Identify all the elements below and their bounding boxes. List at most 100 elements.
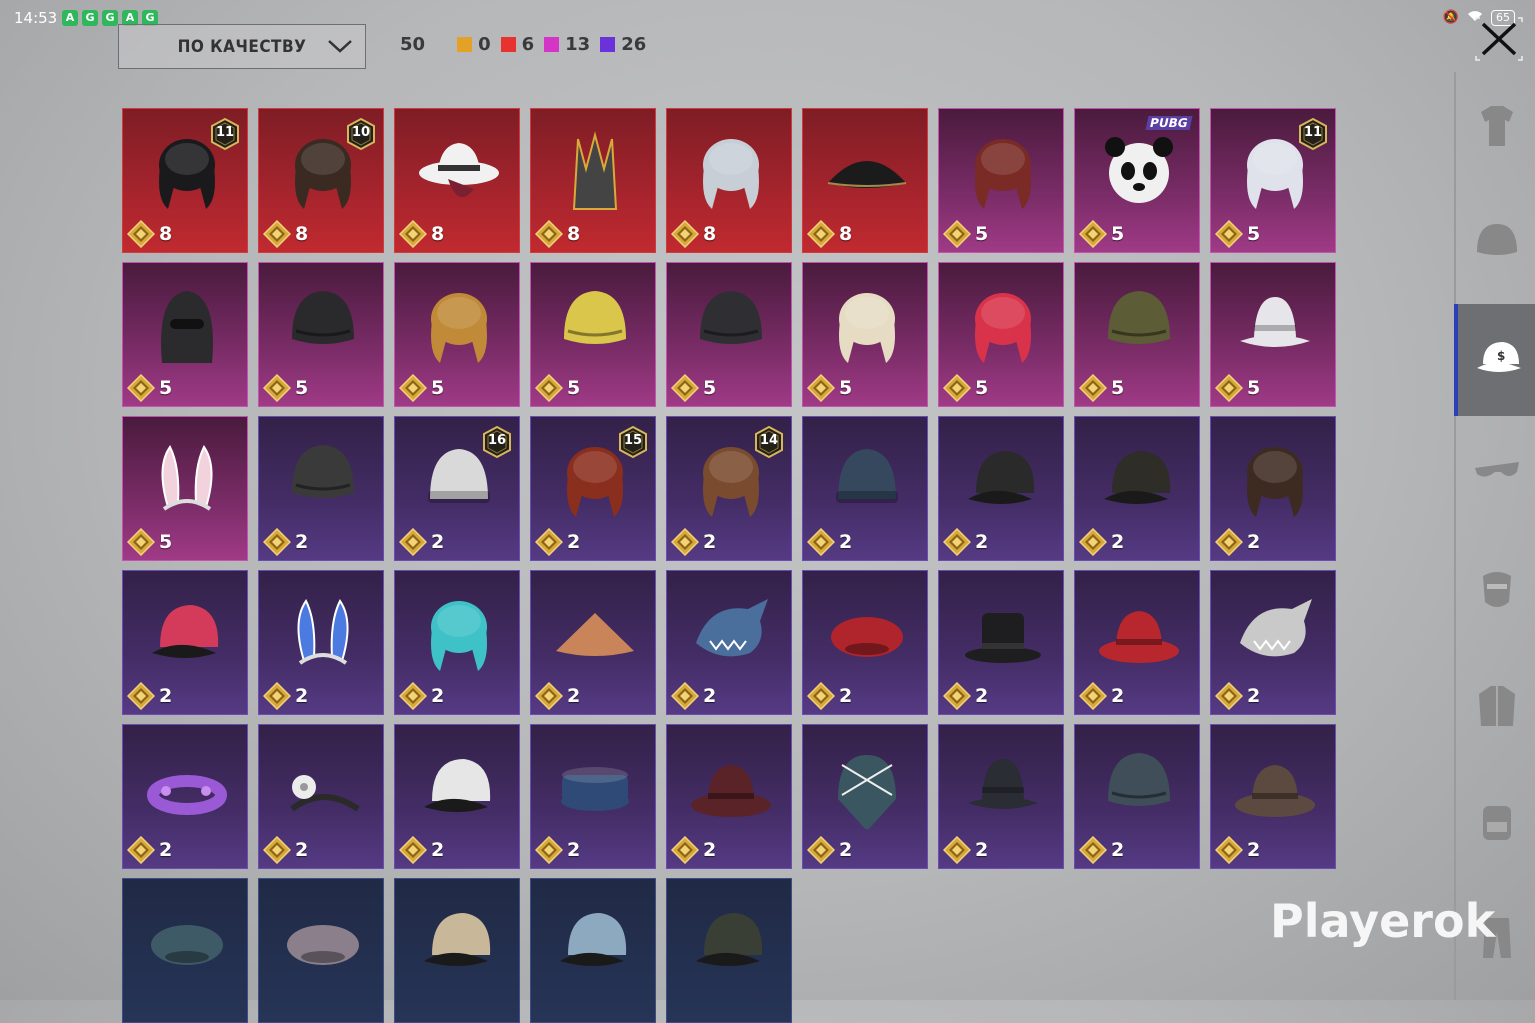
item-card[interactable]: 5 [1074, 262, 1200, 407]
item-card[interactable]: 11 8 [122, 108, 248, 253]
sidebar-item-jacket[interactable] [1456, 652, 1535, 764]
item-price: 2 [126, 835, 172, 865]
count-value: 26 [621, 34, 647, 55]
close-button[interactable] [1474, 16, 1524, 62]
item-card[interactable]: 8 [394, 108, 520, 253]
watermark: Playerok [1270, 894, 1496, 948]
item-price: 5 [126, 373, 172, 403]
sidebar-item-cap[interactable]: $ [1454, 304, 1535, 416]
coin-icon [534, 527, 564, 557]
item-card[interactable]: 2 [666, 724, 792, 869]
sidebar-item-glasses[interactable] [1456, 420, 1535, 532]
item-card[interactable]: 2 [258, 570, 384, 715]
item-card[interactable]: 2 [258, 724, 384, 869]
item-image [282, 437, 364, 521]
sidebar-item-backpack[interactable] [1456, 768, 1535, 880]
item-card[interactable]: 16 2 [394, 416, 520, 561]
item-card[interactable]: 2 [802, 416, 928, 561]
item-card[interactable]: 5 [122, 416, 248, 561]
item-card[interactable]: 5 [1210, 262, 1336, 407]
item-card[interactable] [530, 878, 656, 1023]
item-card[interactable]: 2 [802, 724, 928, 869]
item-card[interactable] [258, 878, 384, 1023]
item-card[interactable]: 2 [122, 724, 248, 869]
item-card[interactable]: 14 2 [666, 416, 792, 561]
coin-icon [534, 219, 564, 249]
item-card[interactable]: 2 [938, 416, 1064, 561]
item-card[interactable]: 2 [258, 416, 384, 561]
coin-icon [806, 373, 836, 403]
item-card[interactable]: 15 2 [530, 416, 656, 561]
item-card[interactable]: 5 [802, 262, 928, 407]
item-card[interactable]: 2 [530, 724, 656, 869]
item-card[interactable]: 8 [666, 108, 792, 253]
item-card[interactable] [394, 878, 520, 1023]
item-card[interactable]: 8 [802, 108, 928, 253]
item-card[interactable]: 2 [394, 724, 520, 869]
quality-swatch [544, 37, 560, 52]
item-image [282, 899, 364, 983]
item-card[interactable]: 5 [938, 262, 1064, 407]
item-card[interactable]: 2 [1074, 416, 1200, 561]
item-card[interactable]: 2 [530, 570, 656, 715]
item-image [418, 591, 500, 675]
item-card[interactable]: 2 [122, 570, 248, 715]
item-card[interactable]: 5 [938, 108, 1064, 253]
item-price: 8 [398, 219, 444, 249]
item-card[interactable]: 5 [122, 262, 248, 407]
item-price: 8 [670, 219, 716, 249]
item-card[interactable]: 5 [530, 262, 656, 407]
price-value: 2 [1111, 531, 1125, 553]
sidebar-item-shirt[interactable] [1456, 72, 1535, 184]
price-value: 2 [295, 839, 309, 861]
item-card[interactable]: 2 [666, 570, 792, 715]
price-value: 2 [1247, 839, 1261, 861]
item-price: 2 [942, 527, 988, 557]
item-card[interactable]: 2 [938, 724, 1064, 869]
item-card[interactable]: 5 [394, 262, 520, 407]
item-price: 2 [806, 527, 852, 557]
item-card[interactable]: 2 [1074, 724, 1200, 869]
item-card[interactable]: 2 [1210, 416, 1336, 561]
price-value: 5 [1247, 377, 1261, 399]
price-value: 2 [567, 685, 581, 707]
price-value: 5 [975, 223, 989, 245]
item-price: 8 [534, 219, 580, 249]
item-price: 2 [398, 527, 444, 557]
sidebar-item-helmet[interactable] [1456, 188, 1535, 300]
item-card[interactable]: 2 [1210, 570, 1336, 715]
item-image [1098, 745, 1180, 829]
brand-tag: PUBG [1145, 116, 1193, 130]
price-value: 5 [1247, 223, 1261, 245]
item-card[interactable]: 2 [1210, 724, 1336, 869]
item-card[interactable]: 2 [938, 570, 1064, 715]
app-notification-icon: G [102, 10, 118, 26]
item-card[interactable]: 5 [666, 262, 792, 407]
item-card[interactable]: PUBG 5 [1074, 108, 1200, 253]
coin-icon [1078, 373, 1108, 403]
item-card[interactable]: 2 [394, 570, 520, 715]
item-price: 2 [1078, 835, 1124, 865]
glasses-icon [1469, 450, 1525, 502]
sort-dropdown[interactable]: ПО КАЧЕСТВУ [118, 24, 366, 69]
item-card[interactable]: 11 5 [1210, 108, 1336, 253]
item-card[interactable]: 2 [802, 570, 928, 715]
item-card[interactable] [666, 878, 792, 1023]
item-card[interactable]: 8 [530, 108, 656, 253]
item-card[interactable] [122, 878, 248, 1023]
count-value: 0 [478, 34, 491, 55]
price-value: 2 [975, 839, 989, 861]
item-card[interactable]: 2 [1074, 570, 1200, 715]
count-group: 0 [457, 34, 491, 55]
item-price: 5 [806, 373, 852, 403]
coin-icon [126, 527, 156, 557]
sidebar-item-mask[interactable] [1456, 536, 1535, 648]
shirt-icon [1469, 102, 1525, 154]
item-price: 8 [126, 219, 172, 249]
item-card[interactable]: 10 8 [258, 108, 384, 253]
item-card[interactable]: 5 [258, 262, 384, 407]
coin-icon [670, 835, 700, 865]
coin-icon [534, 373, 564, 403]
price-value: 2 [1111, 685, 1125, 707]
item-price: 2 [262, 835, 309, 865]
